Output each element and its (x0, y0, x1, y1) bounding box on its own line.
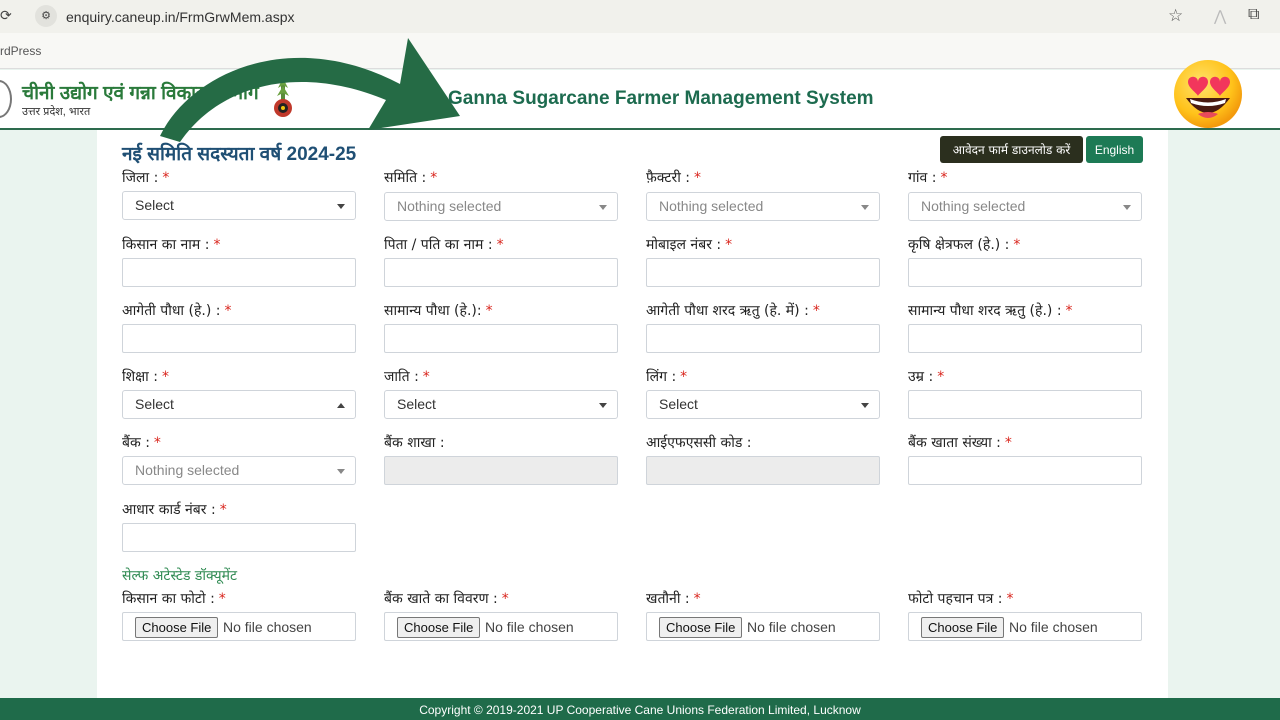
puzzle-icon[interactable]: ⧉ (1248, 6, 1259, 24)
bank-label: बैंक : * (122, 435, 161, 451)
age-label: उम्र : * (908, 369, 945, 385)
farmer-name-label: किसान का नाम : * (122, 237, 221, 253)
village-label: गांव : * (908, 170, 948, 186)
bank-branch-label: बैंक शाखा : (384, 435, 445, 451)
normal-plant-input[interactable] (384, 324, 618, 353)
choose-file-button[interactable]: Choose File (921, 617, 1005, 638)
chevron-down-icon (599, 403, 607, 408)
state-emblem-icon (274, 78, 292, 117)
caste-select[interactable]: Select (384, 390, 618, 419)
chevron-down-icon (1123, 205, 1131, 210)
bank-details-file-input[interactable]: Choose File No file chosen (384, 612, 618, 641)
file-status: No file chosen (1009, 619, 1098, 635)
choose-file-button[interactable]: Choose File (659, 617, 743, 638)
choose-file-button[interactable]: Choose File (397, 617, 481, 638)
chevron-down-icon (599, 205, 607, 210)
form-title: नई समिति सदस्यता वर्ष 2024-25 (122, 144, 357, 165)
early-plant-input[interactable] (122, 324, 356, 353)
normal-plant-label: सामान्य पौधा (हे.): * (384, 303, 493, 319)
department-subtitle: उत्तर प्रदेश, भारत (22, 106, 91, 118)
download-form-button[interactable]: आवेदन फार्म डाउनलोड करें (940, 136, 1083, 163)
photo-id-label: फोटो पहचान पत्र : * (908, 591, 1014, 607)
education-select[interactable]: Select (122, 390, 356, 419)
farmer-photo-file-input[interactable]: Choose File No file chosen (122, 612, 356, 641)
ifsc-input (646, 456, 880, 485)
factory-label: फ़ैक्टरी : * (646, 170, 701, 186)
department-logo-icon (0, 80, 12, 118)
browser-address-bar: ⟳ ⚙ enquiry.caneup.in/FrmGrwMem.aspx ☆ ⋀… (0, 0, 1280, 33)
file-status: No file chosen (747, 619, 836, 635)
bank-details-label: बैंक खाते का विवरण : * (384, 591, 509, 607)
khatauni-label: खतौनी : * (646, 591, 701, 607)
gender-label: लिंग : * (646, 369, 688, 385)
caste-label: जाति : * (384, 369, 430, 385)
farmer-photo-label: किसान का फोटो : * (122, 591, 226, 607)
gender-select[interactable]: Select (646, 390, 880, 419)
department-title: चीनी उद्योग एवं गन्ना विकास विभाग (22, 83, 259, 104)
bookmarks-bar: rdPress (0, 33, 1280, 69)
extension-icon[interactable]: ⋀ (1214, 7, 1226, 25)
file-status: No file chosen (485, 619, 574, 635)
father-name-input[interactable] (384, 258, 618, 287)
aadhaar-input[interactable] (122, 523, 356, 552)
choose-file-button[interactable]: Choose File (135, 617, 219, 638)
aadhaar-label: आधार कार्ड नंबर : * (122, 502, 227, 518)
mobile-input[interactable] (646, 258, 880, 287)
farm-area-input[interactable] (908, 258, 1142, 287)
bank-branch-input (384, 456, 618, 485)
normal-autumn-input[interactable] (908, 324, 1142, 353)
footer-copyright: Copyright © 2019-2021 UP Cooperative Can… (0, 698, 1280, 720)
district-label: जिला : * (122, 170, 170, 186)
society-select[interactable]: Nothing selected (384, 192, 618, 221)
khatauni-file-input[interactable]: Choose File No file chosen (646, 612, 880, 641)
reload-icon[interactable]: ⟳ (0, 7, 14, 24)
chevron-down-icon (337, 469, 345, 474)
mobile-label: मोबाइल नंबर : * (646, 237, 733, 253)
early-autumn-label: आगेती पौधा शरद ऋतु (हे. में) : * (646, 303, 820, 319)
district-select[interactable]: Select (122, 191, 356, 220)
star-icon[interactable]: ☆ (1168, 6, 1183, 26)
chevron-down-icon (861, 205, 869, 210)
farmer-name-input[interactable] (122, 258, 356, 287)
bookmark-item[interactable]: rdPress (0, 44, 41, 58)
farm-area-label: कृषि क्षेत्रफल (हे.) : * (908, 237, 1021, 253)
village-select[interactable]: Nothing selected (908, 192, 1142, 221)
age-input[interactable] (908, 390, 1142, 419)
early-plant-label: आगेती पौधा (हे.) : * (122, 303, 232, 319)
heart-eyes-emoji-icon (1174, 60, 1242, 128)
self-attested-documents-heading: सेल्फ अटेस्टेड डॉक्यूमेंट (122, 568, 238, 584)
ifsc-label: आईएफएससी कोड : (646, 435, 752, 451)
site-header: चीनी उद्योग एवं गन्ना विकास विभाग उत्तर … (0, 60, 1280, 130)
education-label: शिक्षा : * (122, 369, 169, 385)
photo-id-file-input[interactable]: Choose File No file chosen (908, 612, 1142, 641)
bank-select[interactable]: Nothing selected (122, 456, 356, 485)
father-name-label: पिता / पति का नाम : * (384, 237, 504, 253)
early-autumn-input[interactable] (646, 324, 880, 353)
file-status: No file chosen (223, 619, 312, 635)
english-language-button[interactable]: English (1086, 136, 1143, 163)
site-info-icon[interactable]: ⚙ (35, 5, 57, 27)
chevron-down-icon (861, 403, 869, 408)
factory-select[interactable]: Nothing selected (646, 192, 880, 221)
bank-account-input[interactable] (908, 456, 1142, 485)
chevron-down-icon (337, 204, 345, 209)
society-label: समिति : * (384, 170, 438, 186)
site-title: Ganna Sugarcane Farmer Management System (448, 88, 874, 109)
bank-account-label: बैंक खाता संख्या : * (908, 435, 1012, 451)
normal-autumn-label: सामान्य पौधा शरद ऋतु (हे.) : * (908, 303, 1073, 319)
url-text[interactable]: enquiry.caneup.in/FrmGrwMem.aspx (66, 9, 294, 25)
chevron-up-icon (337, 403, 345, 408)
